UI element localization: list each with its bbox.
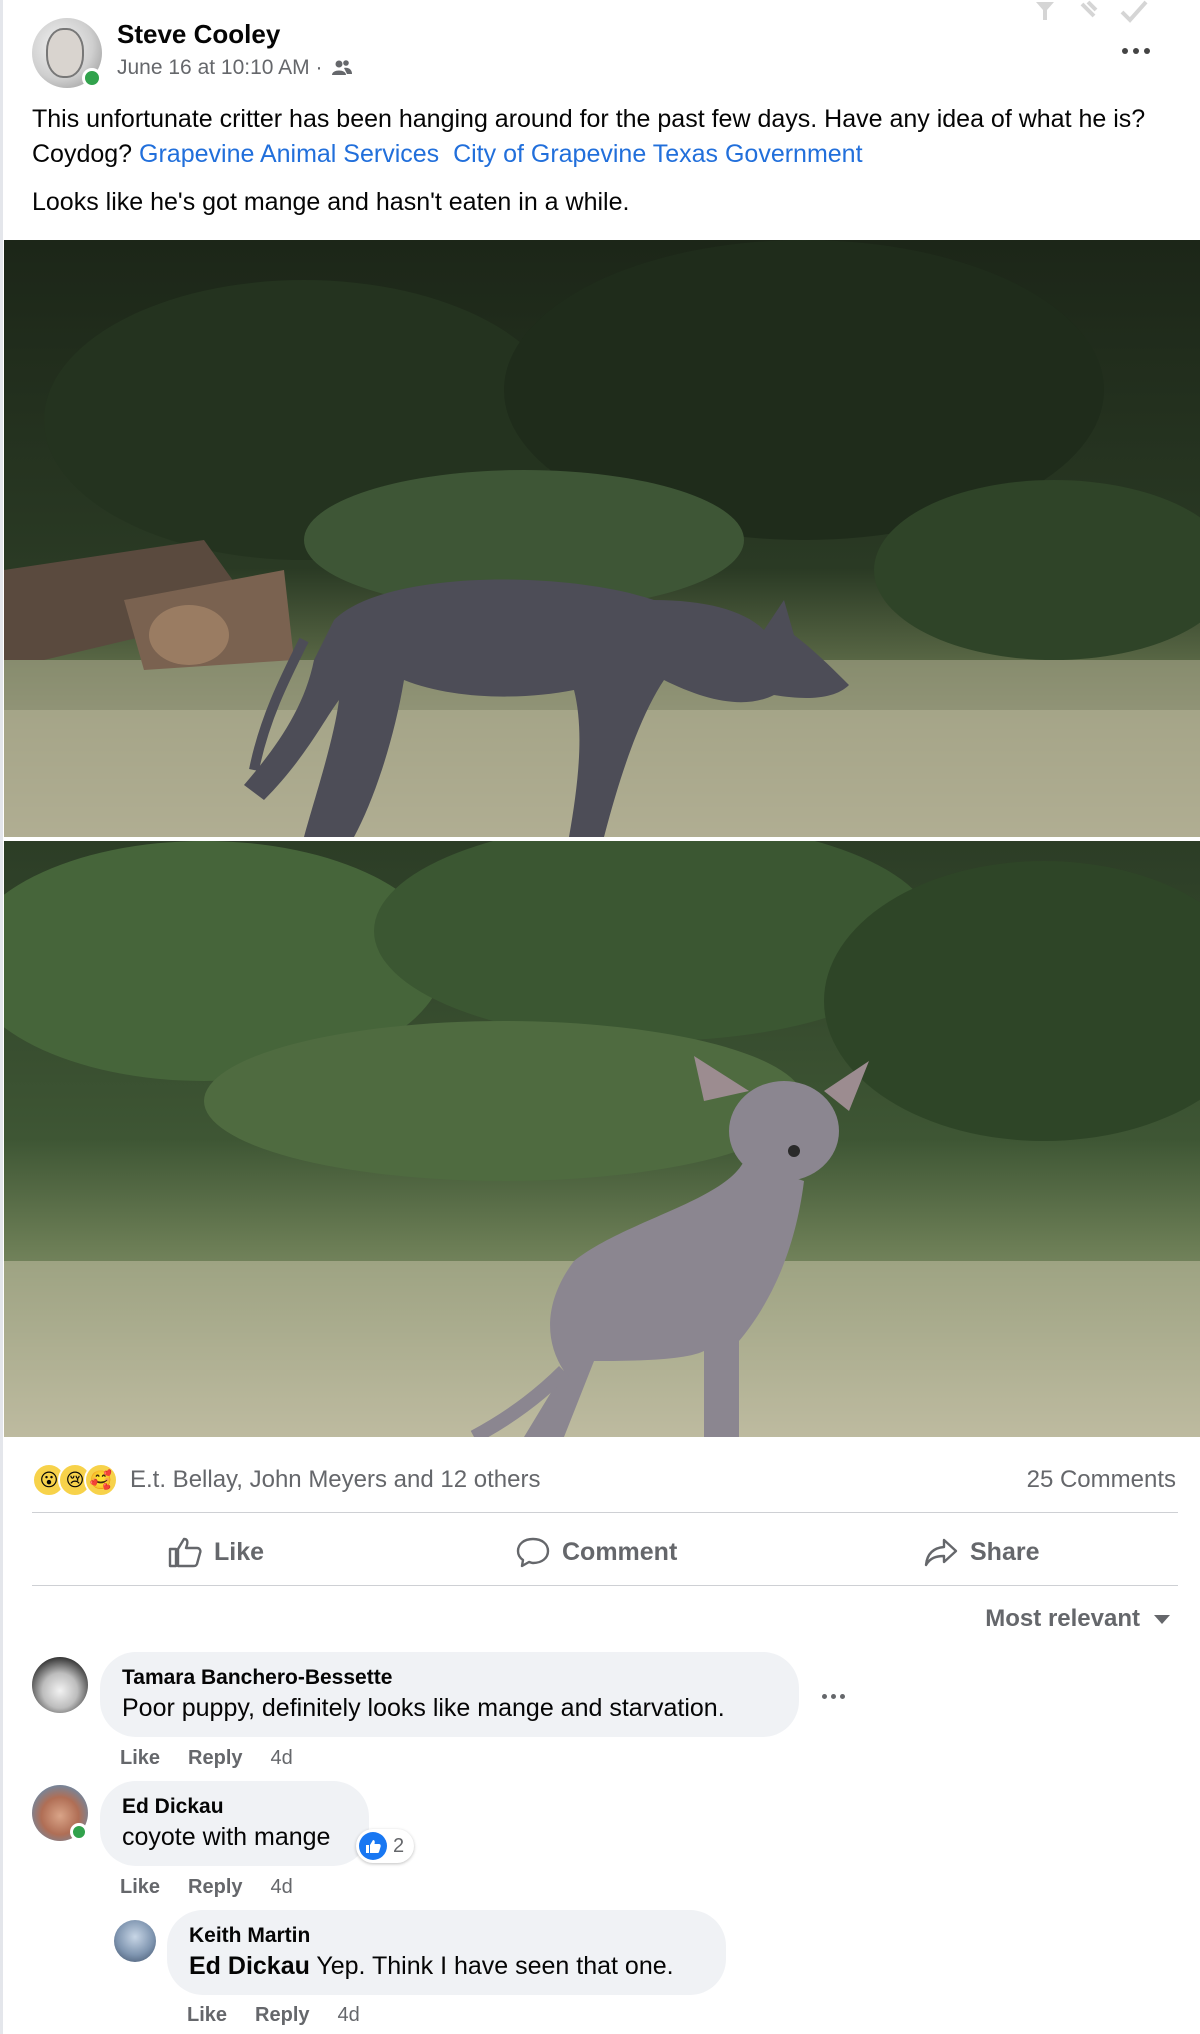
comment-count[interactable]: 25 Comments [1027, 1466, 1176, 1494]
like-label: Like [214, 1537, 265, 1566]
dot [1122, 48, 1128, 54]
post-body: This unfortunate critter has been hangin… [32, 102, 1172, 233]
sort-label: Most relevant [985, 1605, 1140, 1632]
commenter-avatar[interactable] [32, 1657, 88, 1713]
comment-actions: Like Reply 4d [120, 1876, 293, 1899]
comment-actions: Like Reply 4d [187, 2004, 360, 2027]
commenter-name[interactable]: Ed Dickau [122, 1795, 347, 1819]
reactors-names[interactable]: E.t. Bellay, John Meyers and 12 others [130, 1466, 540, 1494]
commenter-name[interactable]: Tamara Banchero-Bessette [122, 1666, 777, 1690]
comment-text: Poor puppy, definitely looks like mange … [122, 1694, 725, 1722]
thumbs-up-icon [168, 1537, 202, 1568]
divider-top [32, 1512, 1178, 1513]
photo-2-image [4, 841, 1200, 1437]
comment-like-link[interactable]: Like [120, 1747, 160, 1770]
online-status-dot [70, 1823, 88, 1841]
comment-like-link[interactable]: Like [187, 2004, 227, 2027]
share-label: Share [970, 1537, 1040, 1566]
author-name[interactable]: Steve Cooley [117, 19, 280, 50]
care-reaction-icon: 🥰 [84, 1463, 118, 1497]
comment-button[interactable]: Comment [516, 1530, 677, 1574]
comment-icon [516, 1537, 550, 1568]
comment-bubble: Tamara Banchero-Bessette Poor puppy, def… [100, 1652, 799, 1737]
post-date[interactable]: June 16 at 10:10 AM [117, 56, 310, 79]
comment-label: Comment [562, 1537, 678, 1566]
post-photo-2[interactable] [4, 841, 1200, 1437]
dot [840, 1694, 845, 1699]
comment-reply-link[interactable]: Reply [188, 1747, 242, 1770]
divider-bottom [32, 1585, 1178, 1586]
dot [831, 1694, 836, 1699]
reply-mention[interactable]: Ed Dickau [189, 1952, 310, 1980]
facebook-post: Steve Cooley June 16 at 10:10 AM · This … [0, 0, 1200, 2034]
post-photo-1[interactable] [4, 240, 1200, 837]
toolbar-icons [1036, 0, 1148, 23]
comment-time[interactable]: 4d [271, 1747, 293, 1770]
comment-reaction-badge[interactable]: 2 [356, 1829, 415, 1863]
commenter-name[interactable]: Keith Martin [189, 1924, 704, 1948]
share-button[interactable]: Share [924, 1530, 1039, 1574]
dot [1133, 48, 1139, 54]
comment-like-link[interactable]: Like [120, 1876, 160, 1899]
reactions-summary[interactable]: 😮 😢 🥰 E.t. Bellay, John Meyers and 12 ot… [32, 1462, 540, 1498]
commenter-avatar[interactable] [114, 1920, 156, 1962]
reply-text: Yep. Think I have seen that one. [309, 1952, 674, 1980]
dot [822, 1694, 827, 1699]
comment-time[interactable]: 4d [271, 1876, 293, 1899]
comment-time[interactable]: 4d [338, 2004, 360, 2027]
more-options-icon[interactable] [1116, 30, 1156, 70]
dot [1144, 48, 1150, 54]
share-icon [924, 1538, 958, 1567]
like-reaction-icon [359, 1832, 387, 1860]
comment-reply-link[interactable]: Reply [188, 1876, 242, 1899]
post-paragraph-2: Looks like he's got mange and hasn't eat… [32, 188, 630, 216]
card-border [0, 0, 3, 2034]
online-status-dot [82, 68, 102, 88]
photo-1-image [4, 240, 1200, 837]
mention-city-of-grapevine[interactable]: City of Grapevine Texas Government [453, 140, 862, 168]
comment-sort-dropdown[interactable]: Most relevant [985, 1605, 1170, 1633]
reply-bubble: Keith Martin Ed Dickau Yep. Think I have… [167, 1910, 726, 1995]
comment-text: Ed Dickau Yep. Think I have seen that on… [189, 1952, 704, 1981]
caret-down-icon [1154, 1614, 1170, 1624]
mention-grapevine-animal-services[interactable]: Grapevine Animal Services [139, 140, 439, 168]
avatar-face [46, 28, 84, 78]
comment-text: coyote with mange [122, 1823, 331, 1851]
meta-separator: · [315, 56, 323, 79]
post-paragraph-1: This unfortunate critter has been hangin… [32, 102, 1172, 172]
comment-reply-link[interactable]: Reply [255, 2004, 309, 2027]
post-meta: June 16 at 10:10 AM · [117, 56, 353, 80]
comment-bubble: Ed Dickau coyote with mange [100, 1781, 369, 1866]
comment-actions: Like Reply 4d [120, 1747, 293, 1770]
audience-friends-icon[interactable] [332, 59, 353, 77]
comment-more-icon[interactable] [820, 1686, 850, 1706]
like-button[interactable]: Like [168, 1530, 264, 1574]
comment-like-count: 2 [393, 1834, 405, 1857]
